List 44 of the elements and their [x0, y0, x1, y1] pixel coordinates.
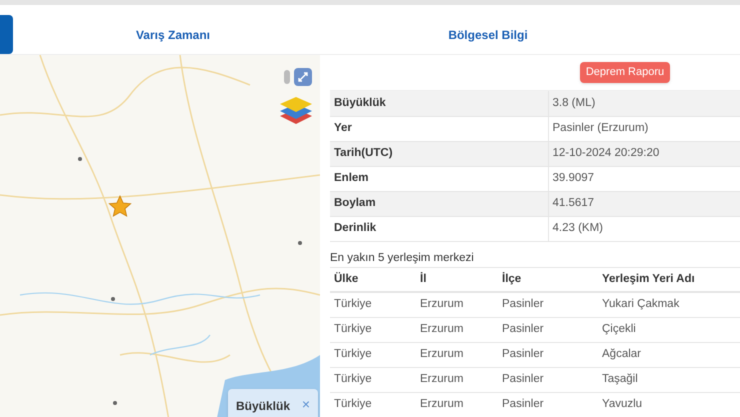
table-cell: Yukari Çakmak [598, 292, 740, 317]
table-cell: Taşağil [598, 367, 740, 392]
column-header: Yerleşim Yeri Adı [598, 267, 740, 292]
info-label: Büyüklük [330, 91, 548, 116]
star-icon [108, 195, 132, 219]
layers-icon[interactable] [278, 95, 314, 127]
table-cell: Türkiye [330, 392, 416, 417]
section-title: En yakın 5 yerleşim merkezi [330, 250, 475, 264]
info-value: 3.8 (ML) [548, 91, 740, 116]
column-header: İlçe [498, 267, 598, 292]
table-cell: Çiçekli [598, 317, 740, 342]
table-cell: Yavuzlu [598, 392, 740, 417]
column-header: Ülke [330, 267, 416, 292]
info-value: 4.23 (KM) [548, 216, 740, 241]
table-cell: Türkiye [330, 367, 416, 392]
info-label: Enlem [330, 166, 548, 191]
info-label: Derinlik [330, 216, 548, 241]
info-label: Yer [330, 116, 548, 141]
table-cell: Pasinler [498, 367, 598, 392]
table-cell: Pasinler [498, 392, 598, 417]
map[interactable]: Büyüklük × [0, 55, 320, 417]
fullscreen-button[interactable] [294, 68, 312, 86]
info-label: Boylam [330, 191, 548, 216]
table-cell: Ağcalar [598, 342, 740, 367]
table-cell: Erzurum [416, 292, 498, 317]
column-header: İl [416, 267, 498, 292]
info-label: Tarih(UTC) [330, 141, 548, 166]
table-cell: Erzurum [416, 392, 498, 417]
info-value: 39.9097 [548, 166, 740, 191]
table-cell: Pasinler [498, 317, 598, 342]
table-cell: Pasinler [498, 292, 598, 317]
table-cell: Türkiye [330, 292, 416, 317]
table-cell: Pasinler [498, 342, 598, 367]
table-cell: Erzurum [416, 342, 498, 367]
popup-title: Büyüklük [236, 398, 290, 415]
table-cell: Erzurum [416, 367, 498, 392]
scroll-handle[interactable] [284, 70, 290, 84]
info-value: 41.5617 [548, 191, 740, 216]
table-cell: Türkiye [330, 342, 416, 367]
table-cell: Erzurum [416, 317, 498, 342]
table-cell: Türkiye [330, 317, 416, 342]
info-value: Pasinler (Erzurum) [548, 116, 740, 141]
expand-icon [298, 72, 308, 82]
info-value: 12-10-2024 20:29:20 [548, 141, 740, 166]
